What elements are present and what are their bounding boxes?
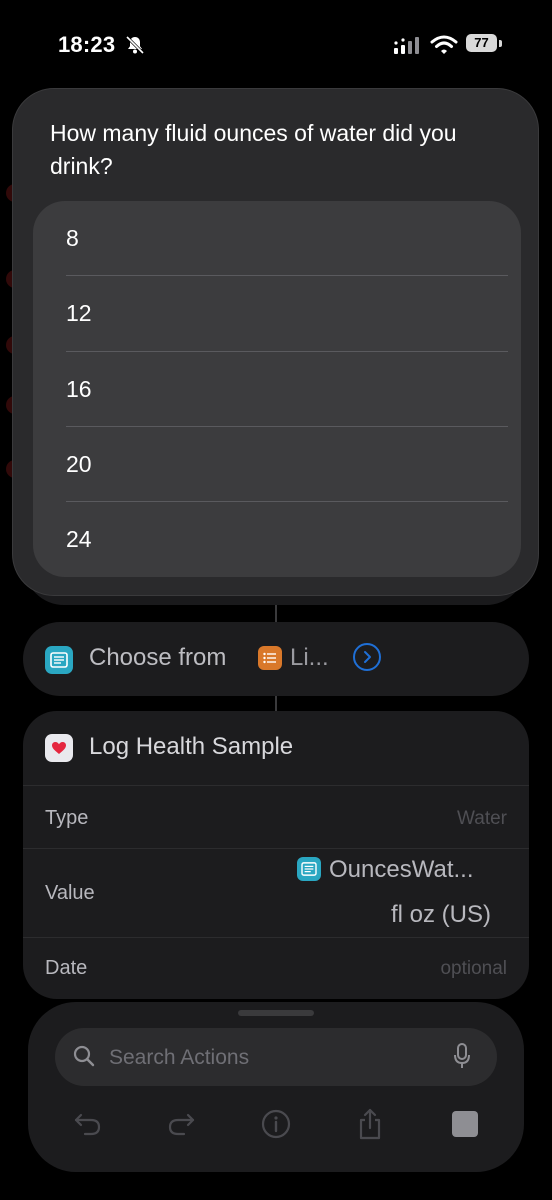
type-value[interactable]: Water: [457, 808, 507, 830]
prompt-question: How many fluid ounces of water did you d…: [50, 120, 457, 179]
value-variable[interactable]: OuncesWat...: [329, 856, 474, 884]
status-time: 18:23: [58, 32, 116, 57]
row-divider: [23, 937, 529, 938]
battery-nub: [499, 40, 502, 47]
flow-connector: [275, 605, 277, 622]
row-divider: [23, 848, 529, 849]
battery-level: 77: [466, 34, 497, 52]
search-input[interactable]: [107, 1042, 431, 1074]
health-heart-icon: [45, 734, 73, 762]
text-document-icon: [297, 857, 321, 881]
flow-connector: [275, 696, 277, 711]
play-icon: [452, 1111, 478, 1137]
option-item[interactable]: 12: [66, 276, 506, 351]
redo-button[interactable]: [163, 1106, 199, 1142]
list-icon[interactable]: [258, 646, 282, 670]
row-divider: [23, 785, 529, 786]
undo-icon: [74, 1113, 101, 1136]
health-action-title: Log Health Sample: [89, 733, 294, 760]
status-bar: 18:23 77: [0, 0, 552, 80]
option-item[interactable]: 20: [66, 427, 506, 502]
choose-from-action[interactable]: Choose from Li...: [23, 622, 529, 696]
date-placeholder[interactable]: optional: [440, 958, 507, 980]
actions-panel: [28, 1002, 524, 1172]
type-label: Type: [45, 807, 89, 829]
share-button[interactable]: [352, 1106, 388, 1142]
share-icon: [359, 1108, 381, 1140]
text-document-icon: [45, 646, 73, 674]
options-list: 8 12 16 20 24: [33, 201, 521, 577]
microphone-icon[interactable]: [453, 1043, 471, 1069]
expand-chevron-icon[interactable]: [353, 643, 381, 671]
cellular-signal-icon: [394, 37, 419, 54]
panel-grabber[interactable]: [238, 1010, 314, 1016]
ask-prompt-sheet: How many fluid ounces of water did you d…: [12, 88, 539, 596]
value-label: Value: [45, 882, 95, 904]
bell-slash-icon: [125, 35, 145, 55]
search-icon: [73, 1045, 95, 1067]
value-unit[interactable]: fl oz (US): [391, 901, 491, 929]
info-button[interactable]: [258, 1106, 294, 1142]
date-label: Date: [45, 957, 88, 979]
undo-button[interactable]: [70, 1106, 106, 1142]
log-health-sample-action: Log Health Sample Type Water Value Ounce…: [23, 711, 529, 999]
choose-from-label: Choose from: [89, 644, 227, 671]
option-item[interactable]: 24: [66, 502, 506, 577]
list-variable-label[interactable]: Li...: [290, 644, 329, 672]
wifi-icon: [430, 35, 458, 54]
info-icon: [261, 1109, 291, 1139]
redo-icon: [168, 1113, 195, 1136]
option-item[interactable]: 16: [66, 352, 506, 427]
search-field[interactable]: [55, 1028, 497, 1086]
run-button[interactable]: [447, 1106, 483, 1142]
option-item[interactable]: 8: [66, 201, 506, 276]
battery-indicator: 77: [466, 34, 502, 54]
